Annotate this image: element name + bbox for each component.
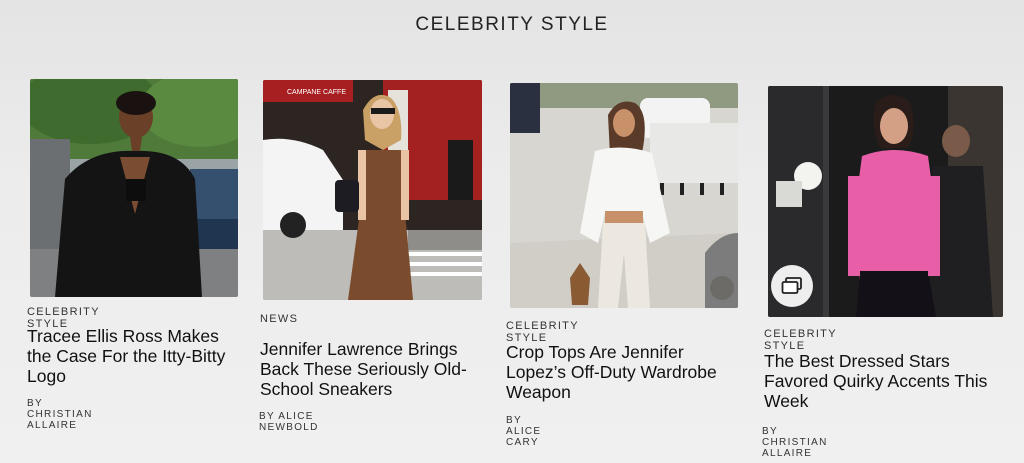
gallery-icon [781, 277, 802, 294]
article-byline[interactable]: BY ALICE CARY [506, 415, 541, 448]
article-image-jennifer-lopez[interactable] [510, 83, 738, 308]
gallery-button[interactable] [771, 265, 813, 307]
article-byline[interactable]: BY ALICE NEWBOLD [259, 411, 319, 433]
article-headline[interactable]: Jennifer Lawrence Brings Back These Seri… [260, 339, 485, 399]
article-byline[interactable]: BY CHRISTIAN ALLAIRE [27, 398, 93, 431]
article-kicker[interactable]: CELEBRITY STYLE [506, 320, 579, 344]
article-headline[interactable]: Tracee Ellis Ross Makes the Case For the… [27, 326, 242, 386]
article-headline[interactable]: Crop Tops Are Jennifer Lopez’s Off-Duty … [506, 342, 731, 402]
article-byline[interactable]: BY CHRISTIAN ALLAIRE [762, 426, 828, 459]
article-image-tracee-ellis-ross[interactable] [30, 79, 238, 297]
article-headline[interactable]: The Best Dressed Stars Favored Quirky Ac… [764, 351, 1004, 411]
section-title: CELEBRITY STYLE [415, 14, 609, 35]
storefront-sign: CAMPANE CAFFE [287, 89, 346, 96]
article-image-jennifer-lawrence[interactable]: CAMPANE CAFFE [263, 80, 482, 300]
article-kicker[interactable]: CELEBRITY STYLE [764, 328, 837, 352]
article-kicker[interactable]: NEWS [260, 313, 298, 325]
